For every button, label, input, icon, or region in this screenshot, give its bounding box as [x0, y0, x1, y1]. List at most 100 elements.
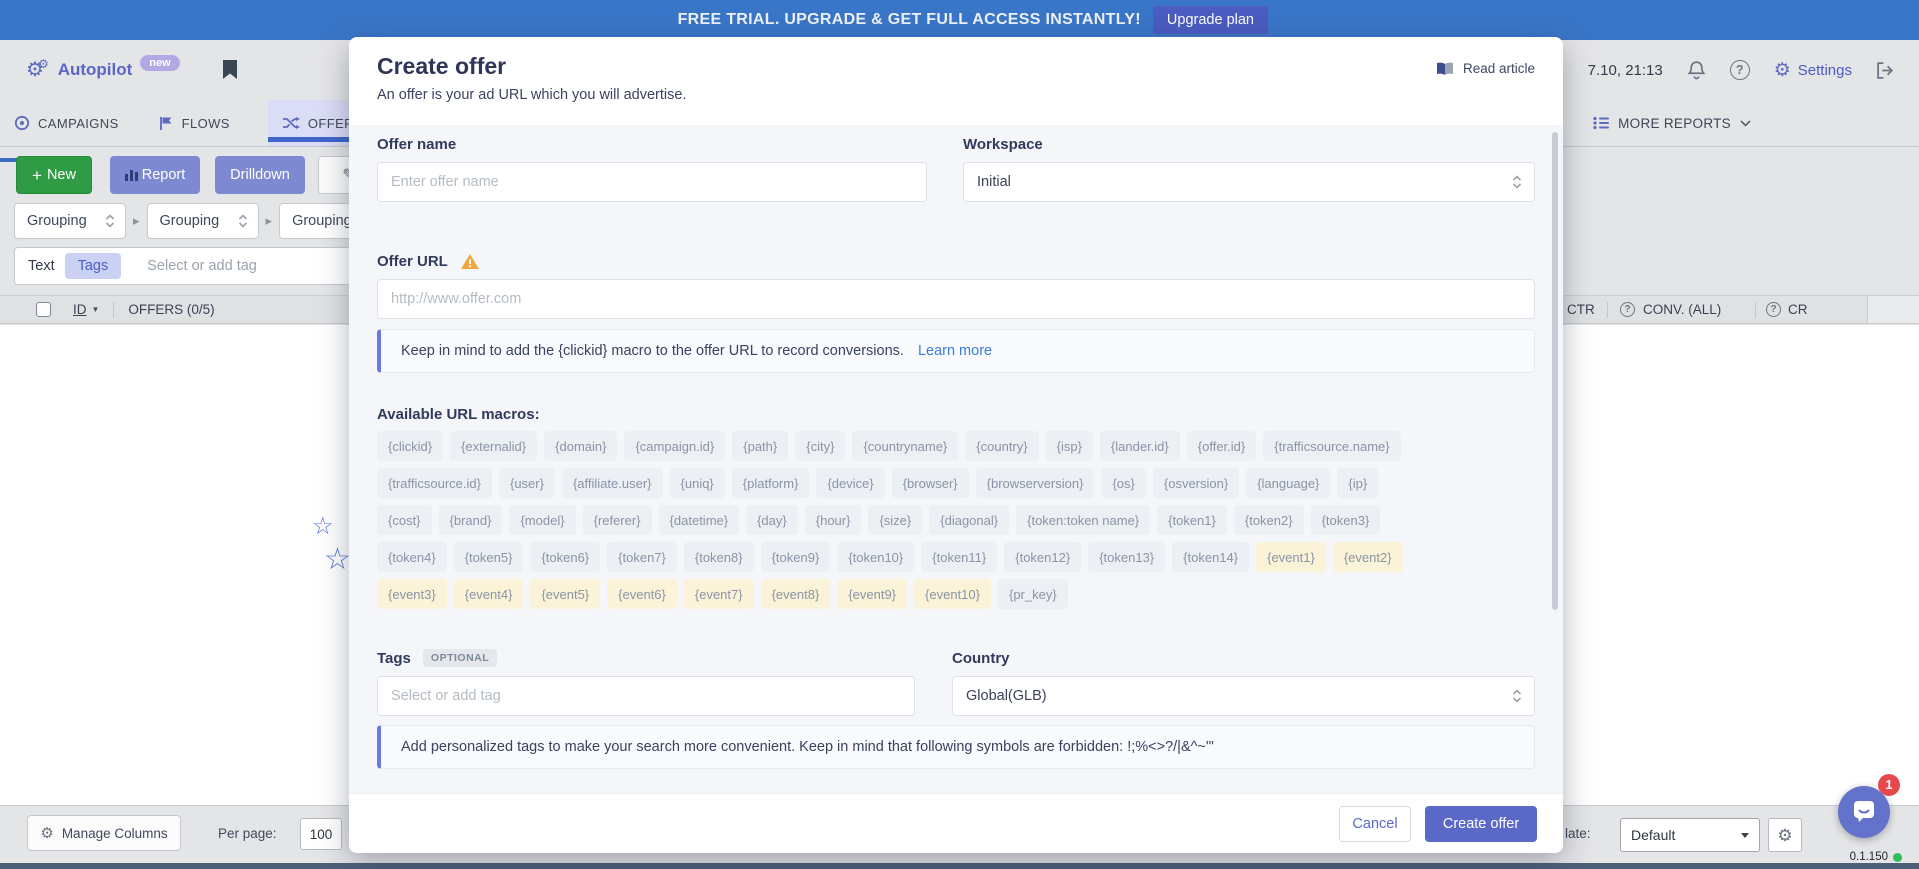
- per-page-input[interactable]: 100: [300, 818, 342, 850]
- help-icon[interactable]: ?: [1730, 60, 1750, 80]
- more-reports-button[interactable]: MORE REPORTS: [1593, 116, 1751, 131]
- tab-flows[interactable]: FLOWS: [157, 100, 232, 146]
- breadcrumb-arrow-icon: ▸: [266, 213, 273, 229]
- offer-url-input[interactable]: [377, 279, 1535, 319]
- template-select[interactable]: Default: [1620, 818, 1760, 852]
- macro-chip[interactable]: {referer}: [583, 505, 652, 535]
- new-offer-button[interactable]: + New: [16, 156, 92, 194]
- modal-scrollbar-thumb[interactable]: [1552, 132, 1558, 610]
- macro-chip[interactable]: {token10}: [837, 542, 914, 572]
- macro-chip[interactable]: {event10}: [914, 579, 991, 609]
- macro-chip[interactable]: {token7}: [607, 542, 677, 572]
- macro-chip[interactable]: {isp}: [1046, 431, 1093, 461]
- learn-more-link[interactable]: Learn more: [918, 343, 992, 359]
- manage-columns-button[interactable]: ⚙ Manage Columns: [27, 815, 181, 851]
- macro-chip[interactable]: {device}: [816, 468, 884, 498]
- macro-chip[interactable]: {campaign.id}: [624, 431, 725, 461]
- logout-icon[interactable]: [1876, 62, 1895, 79]
- macro-chip[interactable]: {platform}: [732, 468, 810, 498]
- create-offer-button[interactable]: Create offer: [1425, 806, 1537, 842]
- read-article-link[interactable]: Read article: [1436, 61, 1535, 76]
- macro-chip[interactable]: {pr_key}: [998, 579, 1068, 609]
- select-all-checkbox[interactable]: [36, 302, 51, 317]
- macro-chip[interactable]: {trafficsource.id}: [377, 468, 492, 498]
- macro-chip[interactable]: {size}: [868, 505, 922, 535]
- autopilot-link[interactable]: Autopilot: [58, 60, 133, 80]
- macro-chip[interactable]: {path}: [732, 431, 788, 461]
- macro-chip[interactable]: {event6}: [607, 579, 677, 609]
- tags-input[interactable]: [377, 676, 915, 716]
- tag-filter-input[interactable]: Select or add tag: [147, 258, 257, 274]
- macro-chip[interactable]: {day}: [746, 505, 798, 535]
- macro-chip[interactable]: {brand}: [439, 505, 503, 535]
- filter-mode-text[interactable]: Text: [28, 258, 55, 274]
- macro-chip[interactable]: {token14}: [1172, 542, 1249, 572]
- bar-chart-icon: [125, 169, 138, 181]
- macro-chip[interactable]: {browserversion}: [976, 468, 1095, 498]
- macro-chip[interactable]: {event8}: [761, 579, 831, 609]
- macro-chip[interactable]: {model}: [509, 505, 575, 535]
- chat-unread-badge: 1: [1878, 774, 1900, 796]
- macro-chip[interactable]: {token2}: [1234, 505, 1304, 535]
- macro-chip[interactable]: {event5}: [530, 579, 600, 609]
- macro-chip[interactable]: {event9}: [837, 579, 907, 609]
- macro-chip[interactable]: {ip}: [1337, 468, 1378, 498]
- macro-chip[interactable]: {token3}: [1311, 505, 1381, 535]
- report-button[interactable]: Report: [110, 156, 200, 194]
- workspace-select[interactable]: Initial: [963, 162, 1535, 202]
- macro-chip[interactable]: {token12}: [1004, 542, 1081, 572]
- macro-chip[interactable]: {token5}: [454, 542, 524, 572]
- macro-chip[interactable]: {event2}: [1333, 542, 1403, 572]
- filter-mode-tags[interactable]: Tags: [65, 253, 122, 279]
- macro-chip[interactable]: {event1}: [1256, 542, 1326, 572]
- macro-chip[interactable]: {trafficsource.name}: [1263, 431, 1400, 461]
- macro-chip[interactable]: {token:token name}: [1016, 505, 1150, 535]
- macro-chip[interactable]: {domain}: [544, 431, 617, 461]
- macro-chip[interactable]: {user}: [499, 468, 555, 498]
- macro-chip[interactable]: {lander.id}: [1100, 431, 1180, 461]
- settings-button[interactable]: ⚙ Settings: [1774, 61, 1852, 80]
- country-select[interactable]: Global(GLB): [952, 676, 1535, 716]
- macro-chip[interactable]: {language}: [1246, 468, 1330, 498]
- id-sort-header[interactable]: ID ▼: [73, 302, 99, 317]
- macro-chip[interactable]: {affiliate.user}: [562, 468, 663, 498]
- macro-chip[interactable]: {offer.id}: [1187, 431, 1256, 461]
- notifications-bell-icon[interactable]: [1687, 60, 1706, 80]
- modal-title: Create offer: [377, 53, 1535, 80]
- macro-chip[interactable]: {event4}: [454, 579, 524, 609]
- macro-chip[interactable]: {token13}: [1088, 542, 1165, 572]
- macro-chip[interactable]: {token1}: [1157, 505, 1227, 535]
- macro-chip[interactable]: {city}: [795, 431, 845, 461]
- cancel-button[interactable]: Cancel: [1339, 806, 1411, 842]
- macro-chip[interactable]: {datetime}: [659, 505, 740, 535]
- bookmark-icon[interactable]: [222, 60, 238, 80]
- macro-chip[interactable]: {countryname}: [852, 431, 958, 461]
- country-field-group: Country Global(GLB): [952, 649, 1535, 716]
- macro-chip[interactable]: {token8}: [684, 542, 754, 572]
- macro-chip[interactable]: {event3}: [377, 579, 447, 609]
- macro-chip[interactable]: {diagonal}: [929, 505, 1009, 535]
- macro-chip[interactable]: {os}: [1101, 468, 1145, 498]
- macro-chip[interactable]: {token11}: [921, 542, 997, 572]
- conv-help-icon[interactable]: ?: [1620, 296, 1635, 323]
- macro-chip[interactable]: {token9}: [761, 542, 831, 572]
- macro-chip[interactable]: {osversion}: [1153, 468, 1239, 498]
- macro-chip[interactable]: {clickid}: [377, 431, 443, 461]
- macro-chip[interactable]: {cost}: [377, 505, 432, 535]
- macro-chip[interactable]: {browser}: [892, 468, 969, 498]
- macro-chip[interactable]: {token6}: [530, 542, 600, 572]
- macro-chip[interactable]: {uniq}: [670, 468, 725, 498]
- upgrade-plan-button[interactable]: Upgrade plan: [1153, 6, 1268, 34]
- offer-name-input[interactable]: [377, 162, 927, 202]
- template-settings-button[interactable]: ⚙: [1768, 818, 1802, 852]
- macro-chip[interactable]: {country}: [965, 431, 1038, 461]
- drilldown-button[interactable]: Drilldown: [215, 156, 305, 194]
- grouping-select[interactable]: Grouping: [14, 203, 126, 239]
- macro-chip[interactable]: {token4}: [377, 542, 447, 572]
- macro-chip[interactable]: {hour}: [805, 505, 862, 535]
- tab-campaigns[interactable]: CAMPAIGNS: [12, 100, 121, 146]
- cr-help-icon[interactable]: ?: [1766, 296, 1781, 323]
- macro-chip[interactable]: {event7}: [684, 579, 754, 609]
- grouping-select[interactable]: Grouping: [147, 203, 259, 239]
- macro-chip[interactable]: {externalid}: [450, 431, 537, 461]
